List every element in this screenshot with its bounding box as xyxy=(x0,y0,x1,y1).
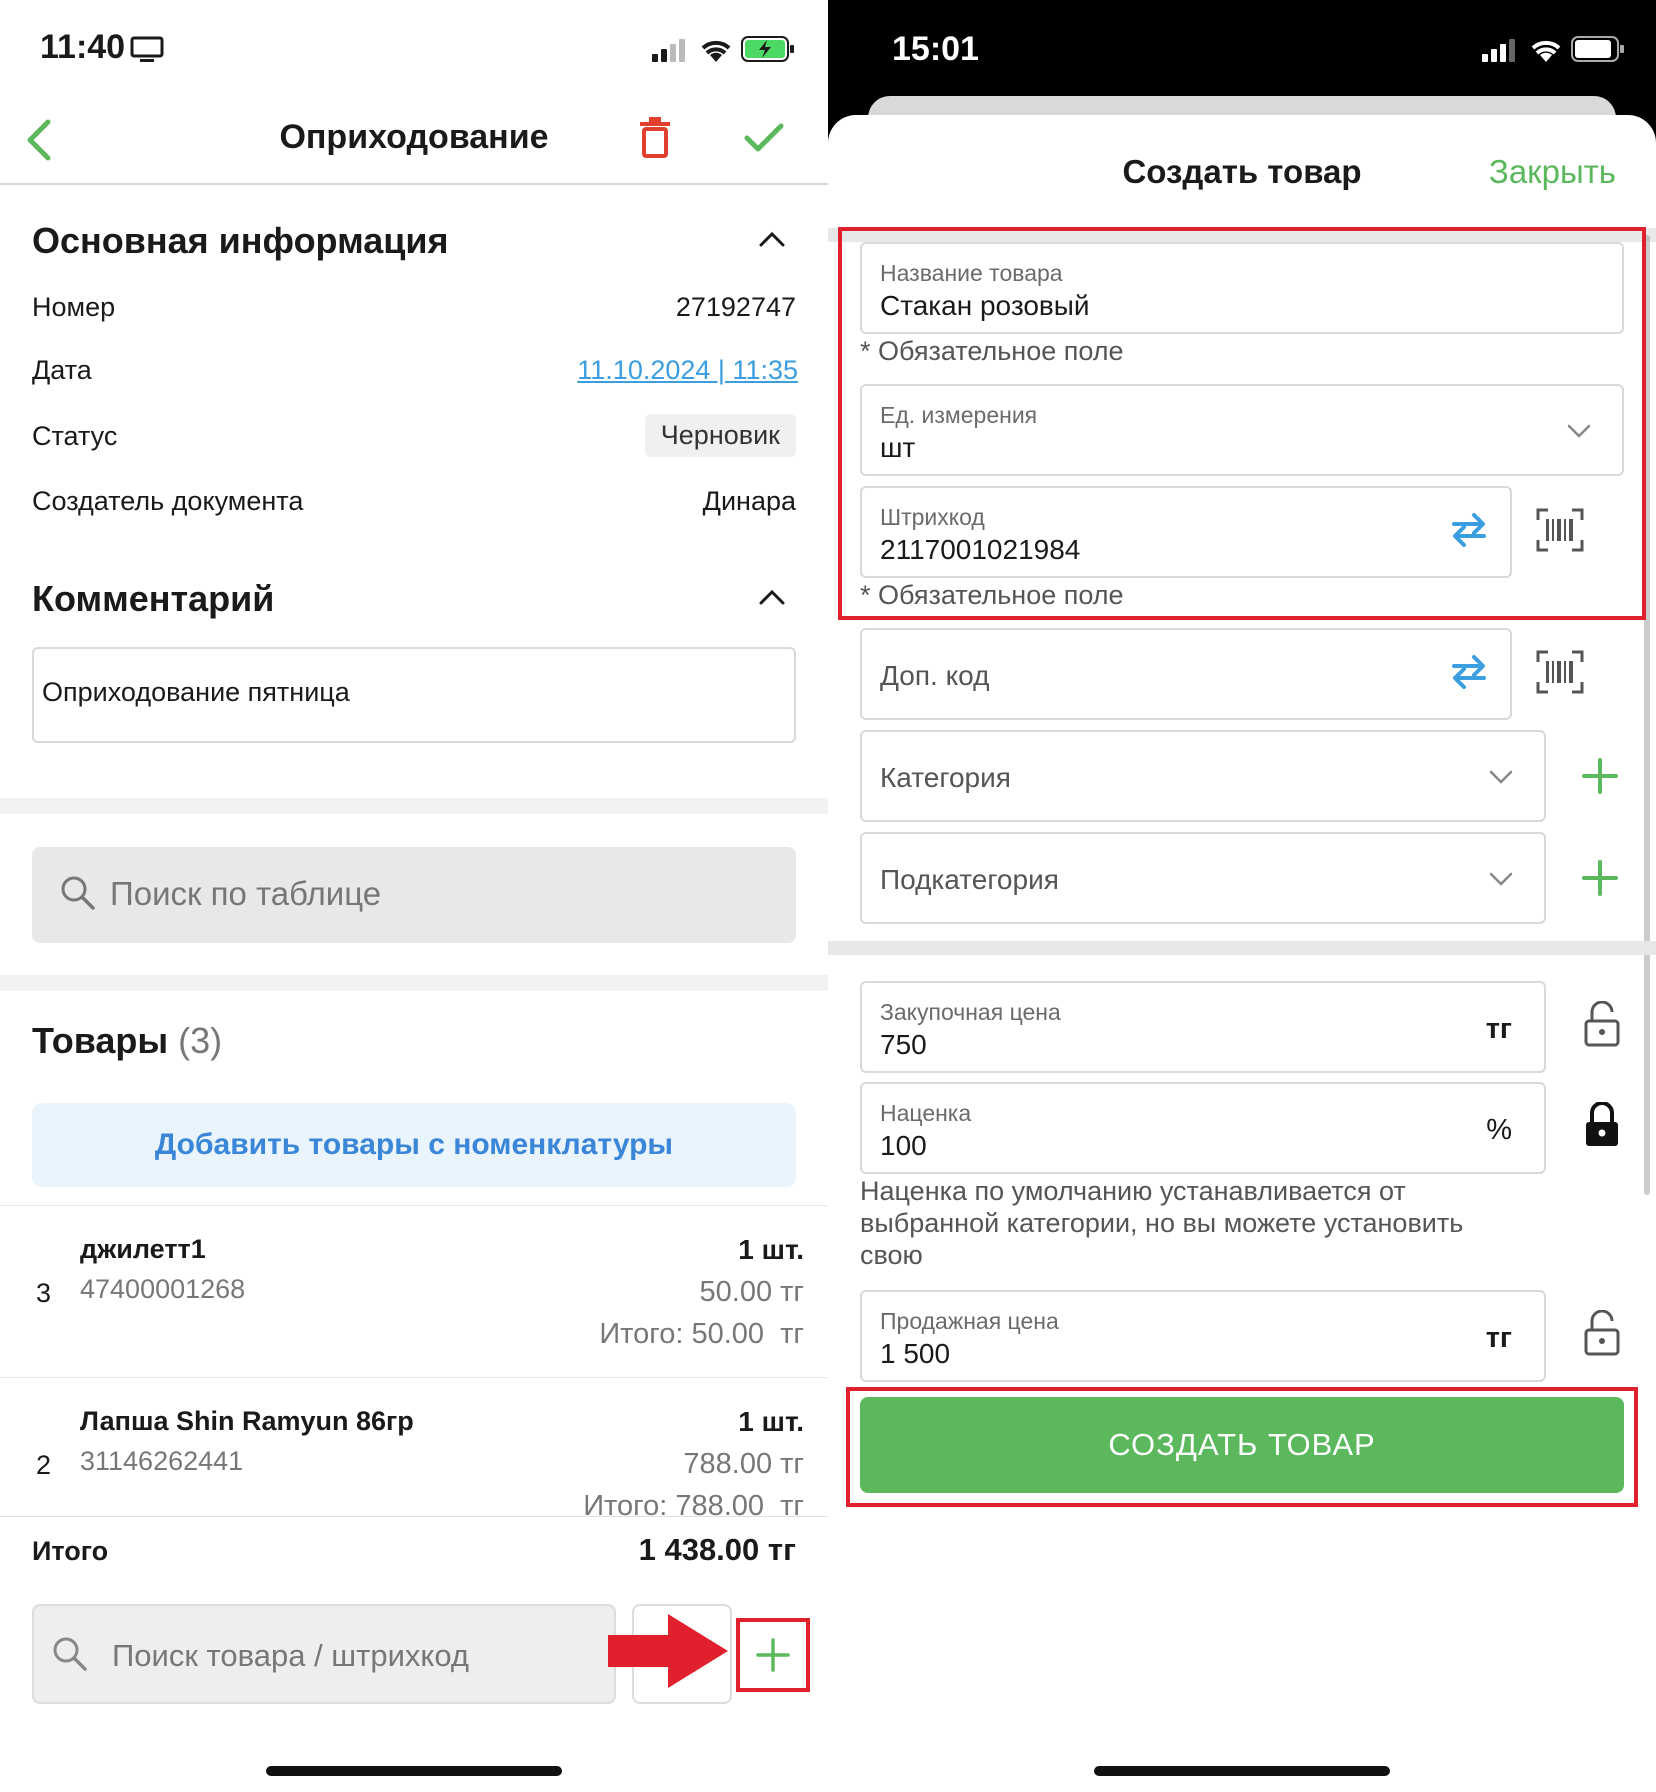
products-title-text: Товары xyxy=(32,1020,169,1061)
item-qty: 1 шт. xyxy=(738,1234,804,1265)
annotation-arrow-icon xyxy=(608,1614,728,1688)
screen-mirroring-icon xyxy=(130,36,164,62)
sale-price-field[interactable]: Продажная цена 1 500 тг xyxy=(860,1290,1546,1382)
battery-icon xyxy=(1571,36,1624,62)
products-title: Товары (3) xyxy=(32,1020,222,1062)
total-label: Итого xyxy=(32,1536,109,1566)
status-badge: Черновик xyxy=(644,414,796,457)
plus-icon xyxy=(756,1638,790,1672)
item-name: Лапша Shin Ramyun 86гр xyxy=(80,1406,414,1436)
search-icon xyxy=(53,1637,87,1671)
comment-input[interactable]: Оприходование пятница xyxy=(32,647,796,743)
create-product-sheet: Создать товар Закрыть Название товара Ст… xyxy=(828,115,1656,1792)
currency-unit: тг xyxy=(1485,1322,1512,1354)
unlock-icon[interactable] xyxy=(1584,1310,1620,1356)
barcode-scan-icon[interactable] xyxy=(1536,650,1584,694)
number-value: 27192747 xyxy=(675,292,796,322)
battery-charging-icon xyxy=(741,36,794,62)
item-name: джилетт1 xyxy=(80,1234,206,1264)
category-select[interactable]: Категория xyxy=(860,730,1546,822)
sale-price-label: Продажная цена xyxy=(880,1308,1059,1334)
signal-icon xyxy=(652,39,685,62)
footer-divider xyxy=(0,1516,828,1517)
add-category-plus-icon[interactable] xyxy=(1582,758,1618,794)
number-label: Номер xyxy=(32,292,116,322)
status-label: Статус xyxy=(32,421,118,451)
table-search-input[interactable]: Поиск по таблице xyxy=(32,847,796,943)
currency-unit: тг xyxy=(1485,1013,1512,1045)
date-link[interactable]: 11.10.2024 | 11:35 xyxy=(577,355,798,386)
purchase-price-field[interactable]: Закупочная цена 750 тг xyxy=(860,981,1546,1073)
subcategory-select[interactable]: Подкатегория xyxy=(860,832,1546,924)
category-placeholder: Категория xyxy=(880,762,1011,793)
item-price: 788.00 тг xyxy=(683,1448,804,1480)
product-search-input[interactable]: Поиск товара / штрихкод xyxy=(32,1604,616,1704)
purchase-price-value: 750 xyxy=(880,1029,927,1060)
list-item[interactable]: 3 джилетт1 47400001268 1 шт. 50.00 тг Ит… xyxy=(0,1206,828,1376)
collapse-chevron-up-icon[interactable] xyxy=(758,230,786,248)
table-search-placeholder: Поиск по таблице xyxy=(110,875,382,912)
creator-value: Динара xyxy=(702,486,796,516)
extra-code-field[interactable]: Доп. код xyxy=(860,628,1512,720)
date-label: Дата xyxy=(32,355,92,385)
add-product-button[interactable] xyxy=(736,1618,810,1692)
comment-title: Комментарий xyxy=(32,578,275,619)
list-item[interactable]: 2 Лапша Shin Ramyun 86гр 31146262441 1 ш… xyxy=(0,1378,828,1516)
signal-icon xyxy=(1482,39,1515,62)
close-button[interactable]: Закрыть xyxy=(1489,153,1616,191)
right-screen: 15:01 Создать товар Закрыть Название тов… xyxy=(828,0,1656,1792)
item-code: 47400001268 xyxy=(80,1274,246,1304)
markup-label: Наценка xyxy=(880,1100,972,1126)
subcategory-placeholder: Подкатегория xyxy=(880,864,1059,895)
status-time: 15:01 xyxy=(892,30,979,68)
generate-swap-icon[interactable] xyxy=(1450,652,1488,692)
collapse-chevron-up-icon[interactable] xyxy=(758,588,786,606)
creator-label: Создатель документа xyxy=(32,486,304,516)
item-index: 3 xyxy=(36,1278,52,1308)
item-total: Итого: 50.00 тг xyxy=(599,1318,804,1350)
markup-field[interactable]: Наценка 100 % xyxy=(860,1082,1546,1174)
wifi-icon xyxy=(701,40,731,62)
percent-unit: % xyxy=(1486,1114,1512,1146)
header-divider xyxy=(0,183,828,185)
add-from-catalog-button[interactable]: Добавить товары с номенклатуры xyxy=(32,1103,796,1187)
purchase-price-label: Закупочная цена xyxy=(880,999,1061,1025)
confirm-check-icon[interactable] xyxy=(744,122,784,154)
wifi-icon xyxy=(1531,40,1561,62)
section-separator xyxy=(0,798,828,814)
section-separator xyxy=(0,975,828,991)
markup-value: 100 xyxy=(880,1130,927,1161)
comment-text: Оприходование пятница xyxy=(42,677,350,707)
item-index: 2 xyxy=(36,1450,52,1480)
extra-code-placeholder: Доп. код xyxy=(880,660,990,691)
products-count: (3) xyxy=(178,1020,223,1061)
chevron-down-icon xyxy=(1489,872,1513,886)
total-value: 1 438.00 тг xyxy=(638,1532,796,1567)
left-screen: 11:40 Оприходование Основная информация xyxy=(0,0,828,1792)
create-product-button[interactable]: СОЗДАТЬ ТОВАР xyxy=(860,1397,1624,1493)
sale-price-value: 1 500 xyxy=(880,1338,951,1369)
item-code: 31146262441 xyxy=(80,1446,244,1476)
page-title: Оприходование xyxy=(279,118,549,156)
chevron-down-icon xyxy=(1489,770,1513,784)
lock-icon[interactable] xyxy=(1584,1102,1620,1148)
status-time: 11:40 xyxy=(40,28,126,66)
item-price: 50.00 тг xyxy=(699,1276,805,1308)
home-indicator xyxy=(266,1766,562,1776)
annotation-highlight-box xyxy=(838,227,1646,620)
unlock-icon[interactable] xyxy=(1584,1001,1620,1047)
home-indicator xyxy=(1094,1766,1390,1776)
product-search-placeholder: Поиск товара / штрихкод xyxy=(112,1638,469,1673)
search-icon xyxy=(61,876,95,910)
markup-hint: Наценка по умолчанию устанавливается от … xyxy=(860,1176,1464,1270)
section-separator xyxy=(828,941,1656,955)
delete-trash-icon[interactable] xyxy=(638,116,672,158)
add-subcategory-plus-icon[interactable] xyxy=(1582,860,1618,896)
item-qty: 1 шт. xyxy=(738,1406,804,1437)
item-total: Итого: 788.00 тг xyxy=(583,1490,804,1516)
main-info-title: Основная информация xyxy=(32,220,449,261)
